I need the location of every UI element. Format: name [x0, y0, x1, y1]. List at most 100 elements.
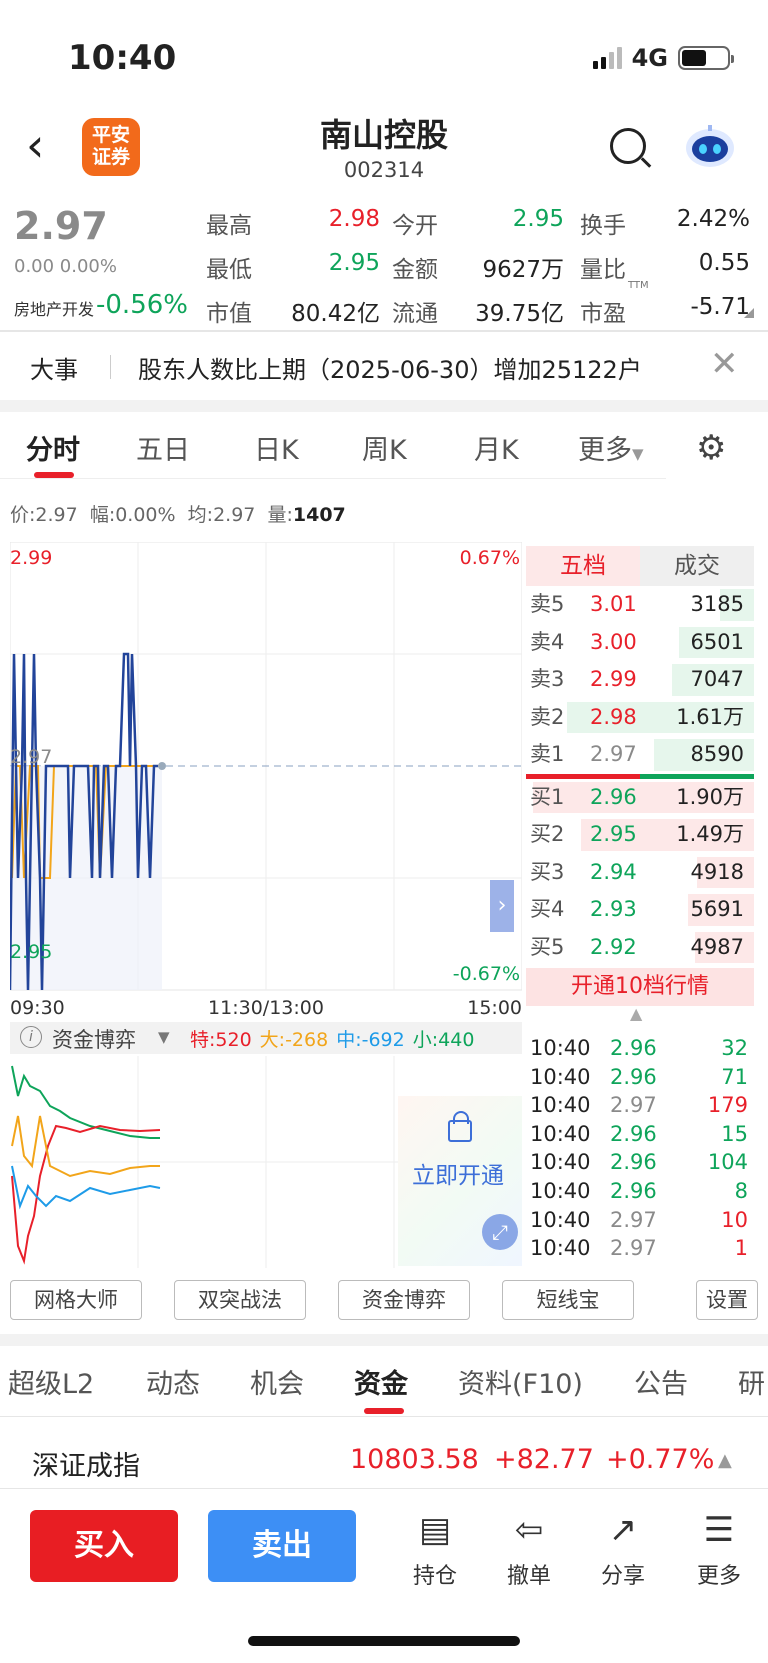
level-volume: 1.61万: [676, 704, 744, 729]
quote-value-open: 2.95: [512, 206, 564, 232]
intraday-chart[interactable]: 2.99 2.97 2.95 0.67% -0.67% 09:30 11:30/…: [10, 542, 522, 1022]
tab-opportunities[interactable]: 机会: [250, 1362, 304, 1401]
level-label: 卖2: [530, 704, 565, 729]
fullscreen-icon[interactable]: ⤢: [482, 1214, 518, 1250]
trade-price: 2.96: [610, 1064, 657, 1089]
sell-button[interactable]: 卖出: [208, 1510, 356, 1582]
order-book-sell-row[interactable]: 卖1 2.97 8590: [526, 736, 754, 774]
info-amp-label: 幅:: [89, 504, 116, 526]
funds-title[interactable]: 资金博弈: [52, 1024, 136, 1054]
tab-super-l2[interactable]: 超级L2: [8, 1362, 94, 1401]
trade-time: 10:40: [530, 1064, 591, 1089]
buy-button[interactable]: 买入: [30, 1510, 178, 1582]
order-book-buy-row[interactable]: 买3 2.94 4918: [526, 854, 754, 892]
info-amp: 0.00%: [115, 504, 176, 526]
tab-more-label: 更多: [578, 435, 632, 466]
chevron-right-icon[interactable]: ›: [490, 880, 514, 932]
order-book-sell-row[interactable]: 卖5 3.01 3185: [526, 586, 754, 624]
positions-button[interactable]: ▤ 持仓: [400, 1508, 470, 1590]
level-label: 买4: [530, 897, 565, 921]
tool-funds-game[interactable]: 资金博弈: [338, 1280, 470, 1320]
unlock-now-button[interactable]: 立即开通: [412, 1156, 504, 1190]
search-icon[interactable]: [610, 128, 646, 164]
trade-row: 10:40 2.96 15: [528, 1120, 750, 1149]
order-book-sell-row[interactable]: 卖3 2.99 7047: [526, 661, 754, 699]
order-book-sell-row[interactable]: 卖4 3.00 6501: [526, 624, 754, 662]
caret-up-icon[interactable]: ▲: [630, 1004, 642, 1023]
sector-name[interactable]: 房地产开发: [14, 296, 94, 320]
quote-label-pe: 市盈: [580, 301, 626, 327]
quote-label-market-cap: 市值: [206, 301, 252, 327]
index-name[interactable]: 深证成指: [32, 1444, 140, 1483]
tool-grid-master[interactable]: 网格大师: [10, 1280, 142, 1320]
quote-value-high: 2.98: [328, 206, 380, 232]
index-percent: +0.77%: [606, 1444, 715, 1475]
tab-daily-k[interactable]: 日K: [254, 428, 299, 467]
quote-value-market-cap: 80.42亿: [291, 301, 380, 327]
order-book-buy-row[interactable]: 买4 2.93 5691: [526, 891, 754, 929]
trade-price: 2.97: [610, 1236, 657, 1261]
trade-volume: 10: [721, 1207, 748, 1232]
tab-more[interactable]: 更多▼: [578, 428, 644, 467]
tab-intraday[interactable]: 分时: [26, 428, 80, 467]
level-price: 3.01: [590, 592, 637, 616]
level-price: 2.93: [590, 897, 637, 921]
tab-trades[interactable]: 成交: [640, 546, 754, 586]
level-label: 卖4: [530, 629, 565, 654]
cancel-order-button[interactable]: ⇦ 撤单: [494, 1508, 564, 1590]
info-icon[interactable]: i: [20, 1026, 42, 1048]
funds-legend-item: 中:-692: [336, 1029, 405, 1051]
caret-up-icon[interactable]: ▲: [718, 1450, 732, 1471]
info-vol-label: 量:: [267, 504, 293, 526]
tool-short-term[interactable]: 短线宝: [502, 1280, 634, 1320]
tab-order-book[interactable]: 五档: [526, 546, 640, 586]
index-value: 10803.58: [350, 1444, 479, 1475]
order-book-buy-row[interactable]: 买2 2.95 1.49万: [526, 816, 754, 854]
trade-row: 10:40 2.96 71: [528, 1063, 750, 1092]
current-price: 2.97: [14, 204, 108, 248]
open-10-levels-button[interactable]: 开通10档行情: [526, 968, 754, 1006]
trade-time: 10:40: [530, 1178, 591, 1203]
close-icon[interactable]: ✕: [710, 344, 739, 384]
funds-legend-item: 大:-268: [259, 1029, 329, 1051]
menu-icon: ☰: [703, 1510, 735, 1550]
section-gap: [0, 400, 768, 412]
tab-dynamics[interactable]: 动态: [146, 1362, 200, 1401]
trade-volume: 1: [734, 1236, 748, 1261]
tool-settings[interactable]: 设置: [696, 1280, 758, 1320]
trade-row: 10:40 2.96 32: [528, 1034, 750, 1063]
expand-corner-icon[interactable]: [744, 308, 754, 318]
trade-time: 10:40: [530, 1207, 591, 1232]
quote-label-open: 今开: [392, 213, 438, 239]
order-book-buy-row[interactable]: 买5 2.92 4987: [526, 929, 754, 967]
news-headline[interactable]: 股东人数比上期（2025-06-30）增加25122户: [138, 350, 642, 385]
caret-down-icon[interactable]: ▼: [158, 1028, 170, 1046]
index-change: +82.77: [494, 1444, 594, 1475]
tab-research[interactable]: 研: [738, 1362, 765, 1401]
level-price: 2.99: [590, 667, 637, 691]
tab-announcements[interactable]: 公告: [634, 1362, 688, 1401]
quote-label-turnover: 换手: [580, 213, 626, 239]
sector-change[interactable]: -0.56%: [96, 290, 188, 320]
quote-label-low: 最低: [206, 257, 252, 283]
tool-double-breakout[interactable]: 双突战法: [174, 1280, 306, 1320]
tab-monthly-k[interactable]: 月K: [474, 428, 519, 467]
more-button[interactable]: ☰ 更多: [684, 1508, 754, 1590]
home-indicator[interactable]: [248, 1636, 520, 1646]
trade-row: 10:40 2.97 1: [528, 1234, 750, 1263]
tab-five-day[interactable]: 五日: [136, 428, 190, 467]
news-tag: 大事: [30, 356, 78, 384]
assistant-robot-icon[interactable]: [684, 124, 736, 170]
network-type: 4G: [631, 44, 668, 72]
quote-value-turnover: 2.42%: [676, 206, 750, 232]
trade-price: 2.96: [610, 1178, 657, 1203]
tab-f10[interactable]: 资料(F10): [458, 1362, 583, 1401]
share-button[interactable]: ↗ 分享: [588, 1508, 658, 1590]
gear-icon[interactable]: ⚙: [696, 428, 726, 468]
order-book-buy-row[interactable]: 买1 2.96 1.90万: [526, 779, 754, 817]
tab-funds[interactable]: 资金: [354, 1362, 408, 1401]
order-book-sell-row[interactable]: 卖2 2.98 1.61万: [526, 699, 754, 737]
order-book: 五档 成交 卖5 3.01 3185 卖4 3.00 6501 卖3 2.99 7047 卖2 2.…: [526, 546, 754, 1006]
tab-weekly-k[interactable]: 周K: [362, 428, 407, 467]
lock-icon: [448, 1111, 472, 1142]
